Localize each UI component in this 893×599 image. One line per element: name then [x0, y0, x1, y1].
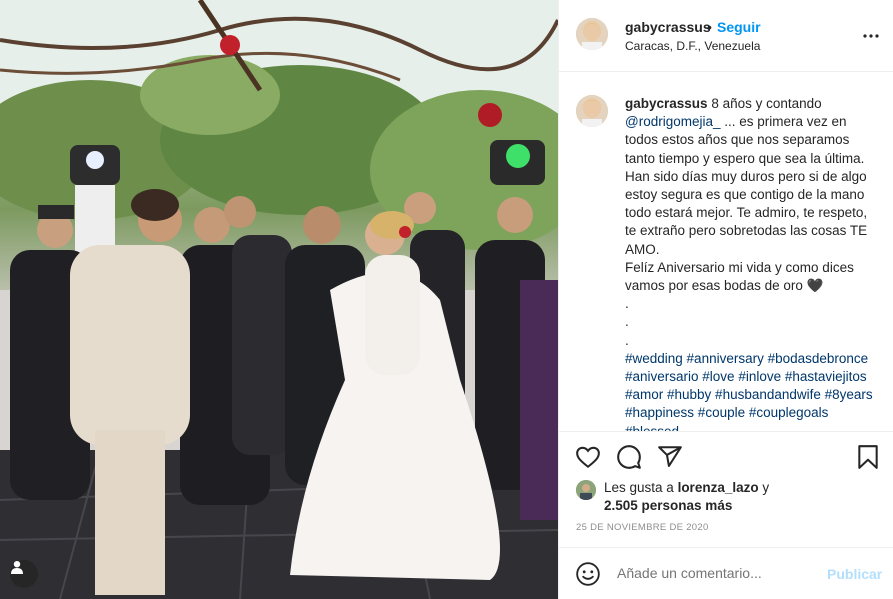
comment-input[interactable]: [617, 565, 817, 581]
author-avatar[interactable]: [576, 18, 608, 50]
heart-icon[interactable]: [575, 444, 601, 470]
caption-text-part: ... es primera vez en todos estos años q…: [625, 114, 868, 348]
caption-text: gabycrassus 8 años y contando @rodrigome…: [625, 95, 875, 431]
likes-line-1: Les gusta a lorenza_lazo y: [604, 480, 769, 495]
caption-mention-link[interactable]: @rodrigomejia_: [625, 114, 721, 129]
tagged-user-icon[interactable]: [10, 560, 38, 588]
bookmark-icon[interactable]: [855, 444, 881, 470]
wedding-photo-illustration: [0, 0, 558, 599]
caption-text-part: 8 años y contando: [707, 96, 826, 111]
person-icon: [11, 561, 23, 574]
caption-author-avatar[interactable]: [576, 95, 608, 127]
likes-count[interactable]: 2.505 personas más: [604, 498, 732, 513]
caption-hashtags[interactable]: #wedding #anniversary #bodasdebronce #an…: [625, 351, 876, 431]
post-photo[interactable]: [0, 0, 558, 599]
comment-icon[interactable]: [616, 444, 642, 470]
comment-box: Publicar: [559, 547, 893, 599]
likes-summary: Les gusta a lorenza_lazo y 2.505 persona…: [576, 478, 876, 518]
emoji-icon[interactable]: [575, 561, 601, 587]
post-header: gabycrassus • Seguir Caracas, D.F., Vene…: [559, 0, 893, 72]
more-dots-icon[interactable]: [861, 26, 881, 46]
likes-conj: y: [758, 480, 770, 495]
action-bar: [559, 431, 893, 479]
author-username[interactable]: gabycrassus: [625, 19, 711, 35]
share-icon[interactable]: [657, 444, 683, 470]
caption-username[interactable]: gabycrassus: [625, 96, 708, 111]
likes-prefix: Les gusta a: [604, 480, 678, 495]
caption-section: gabycrassus 8 años y contando @rodrigome…: [559, 73, 893, 431]
post-date[interactable]: 25 DE NOVIEMBRE DE 2020: [576, 522, 709, 533]
post-location[interactable]: Caracas, D.F., Venezuela: [625, 39, 760, 53]
liker-username[interactable]: lorenza_lazo: [678, 480, 759, 495]
separator-dot: •: [707, 19, 712, 35]
post-comment-button[interactable]: Publicar: [827, 566, 882, 582]
post-side-panel: gabycrassus • Seguir Caracas, D.F., Vene…: [558, 0, 893, 599]
liker-avatar[interactable]: [576, 480, 596, 500]
follow-button[interactable]: Seguir: [717, 19, 761, 35]
